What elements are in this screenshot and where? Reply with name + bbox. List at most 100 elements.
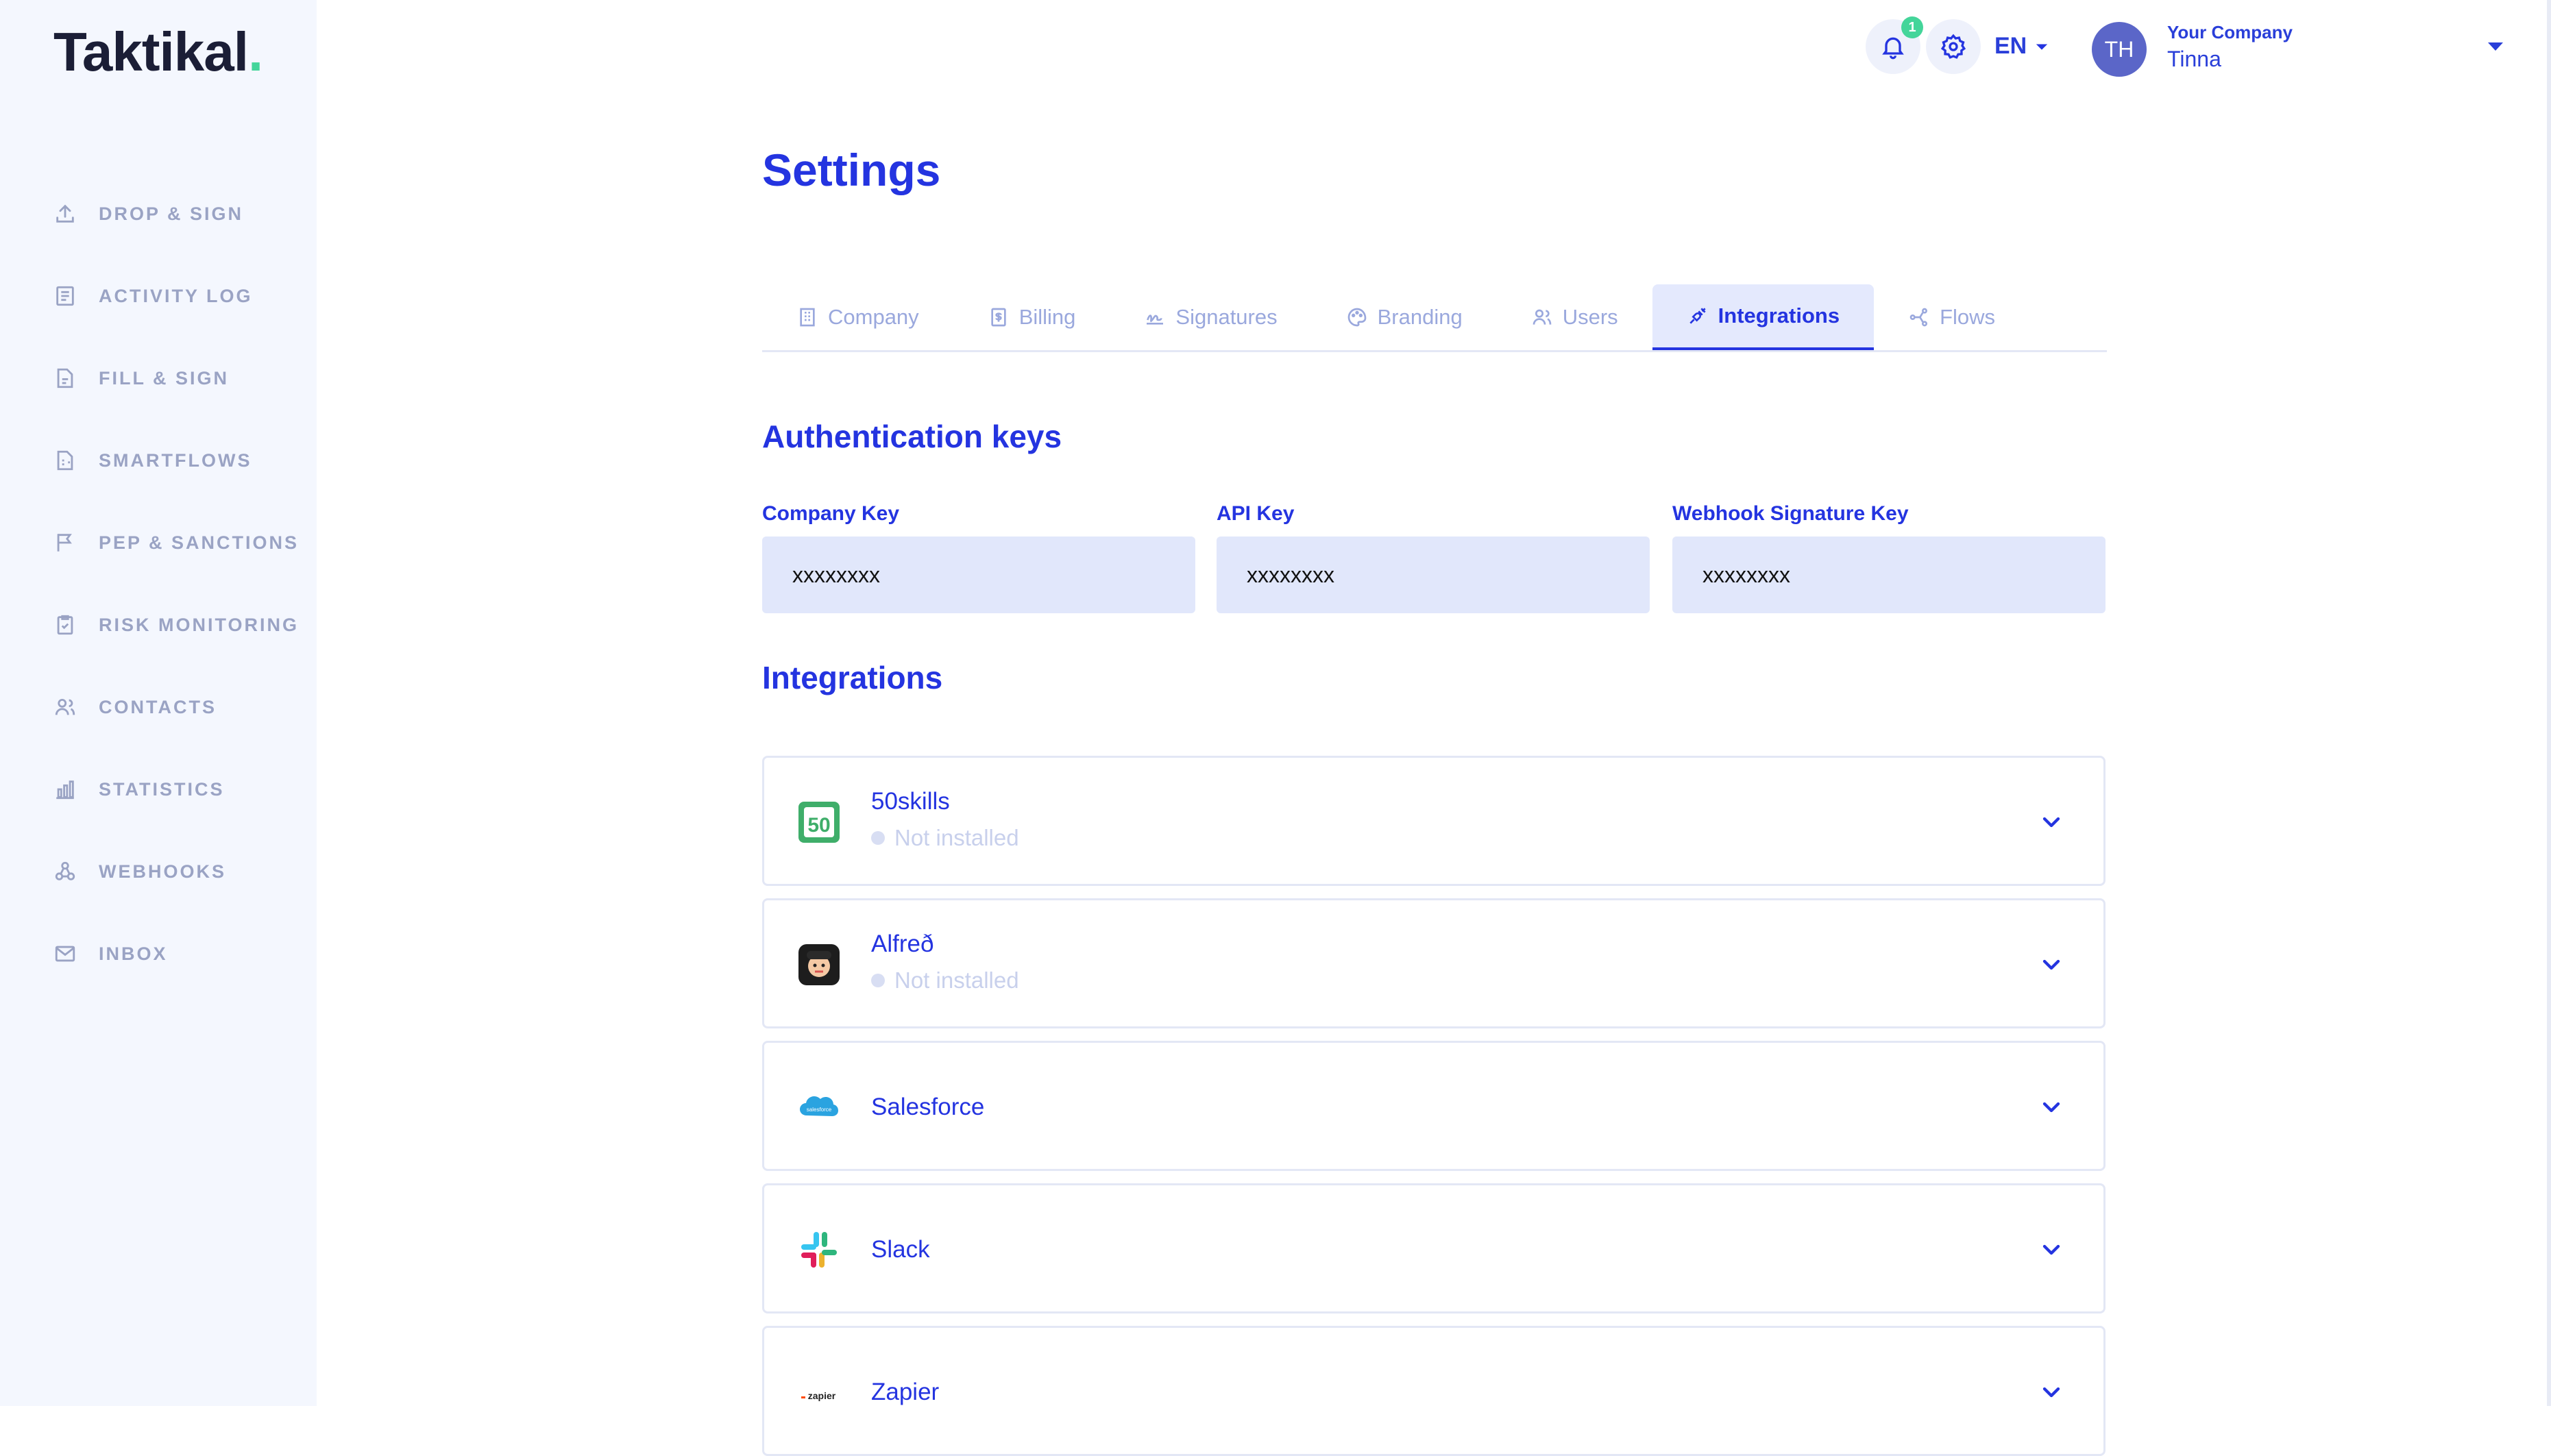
svg-text:zapier: zapier	[808, 1390, 836, 1401]
api-key-input[interactable]	[1217, 536, 1650, 613]
building-icon	[800, 308, 815, 327]
webhook-signature-key-field: Webhook Signature Key	[1672, 502, 2106, 613]
sidebar-item-label: FILL & SIGN	[99, 367, 230, 388]
users-icon	[1533, 309, 1552, 325]
chevron-down-icon[interactable]	[2038, 951, 2065, 978]
sidebar-item-webhooks[interactable]: WEBHOOKS	[0, 830, 317, 913]
integration-status-text: Not installed	[894, 825, 1019, 850]
signature-icon	[1147, 314, 1164, 325]
user-menu-caret-icon[interactable]	[2488, 42, 2503, 51]
tab-billing[interactable]: Billing	[953, 284, 1110, 350]
bell-icon	[1882, 37, 1904, 60]
auth-keys-title: Authentication keys	[762, 419, 1062, 454]
chevron-down-icon[interactable]	[2038, 1094, 2065, 1121]
sidebar-item-contacts[interactable]: CONTACTS	[0, 666, 317, 748]
mail-icon	[53, 942, 77, 965]
sidebar-item-smartflows[interactable]: SMARTFLOWS	[0, 419, 317, 502]
sidebar-item-inbox[interactable]: INBOX	[0, 913, 317, 995]
chevron-down-icon[interactable]	[2038, 1236, 2065, 1263]
sidebar-item-risk-monitoring[interactable]: RISK MONITORING	[0, 584, 317, 666]
zapier-logo: zapier	[797, 1370, 841, 1414]
language-selector[interactable]: EN	[1994, 33, 2051, 60]
tab-company[interactable]: Company	[762, 284, 953, 350]
sidebar-item-label: RISK MONITORING	[99, 614, 300, 635]
language-code: EN	[1994, 33, 2027, 59]
upload-icon	[53, 202, 77, 225]
page-title: Settings	[762, 145, 941, 195]
integration-name: Alfreð	[871, 930, 934, 957]
integration-card-salesforce[interactable]: salesforce Salesforce	[762, 1041, 2106, 1171]
api-key-field: API Key	[1217, 502, 1650, 613]
tab-label: Billing	[1018, 305, 1076, 329]
tab-label: Company	[828, 305, 919, 329]
alfred-logo	[797, 943, 841, 987]
avatar[interactable]: TH	[2092, 22, 2147, 77]
integration-status-text: Not installed	[894, 967, 1019, 993]
slack-logo	[797, 1228, 841, 1272]
sidebar-nav: DROP & SIGN ACTIVITY LOG FILL & SIGN SMA…	[0, 173, 317, 995]
status-dot	[871, 974, 885, 987]
app-root: Taktikal. DROP & SIGN ACTIVITY LOG FILL …	[0, 0, 2551, 1456]
gear-icon	[1940, 34, 1966, 59]
svg-text:salesforce: salesforce	[807, 1107, 832, 1113]
tab-flows[interactable]: Flows	[1874, 284, 2029, 350]
notification-count-badge: 1	[1901, 16, 1923, 38]
company-key-label: Company Key	[762, 502, 900, 525]
integrations-title: Integrations	[762, 660, 943, 695]
brand-logo[interactable]: Taktikal.	[53, 21, 263, 84]
document-edit-icon	[53, 367, 77, 390]
palette-icon	[1347, 308, 1366, 327]
sidebar-item-pep-sanctions[interactable]: PEP & SANCTIONS	[0, 502, 317, 584]
sidebar-item-label: CONTACTS	[99, 696, 217, 717]
sidebar-item-statistics[interactable]: STATISTICS	[0, 748, 317, 830]
sidebar-item-activity-log[interactable]: ACTIVITY LOG	[0, 255, 317, 337]
integration-card-slack[interactable]: Slack	[762, 1183, 2106, 1313]
integration-name: Slack	[871, 1236, 930, 1263]
integration-card-alfred[interactable]: Alfreð Not installed	[762, 898, 2106, 1028]
brand-dot: .	[248, 21, 263, 82]
tab-branding[interactable]: Branding	[1312, 284, 1497, 350]
integration-name: 50skills	[871, 788, 950, 815]
flag-icon	[53, 531, 77, 554]
svg-text:50: 50	[807, 814, 830, 837]
company-key-input[interactable]	[762, 536, 1195, 613]
scrollbar[interactable]	[2547, 0, 2551, 1406]
tab-users[interactable]: Users	[1497, 284, 1652, 350]
integration-card-zapier[interactable]: zapier Zapier	[762, 1326, 2106, 1456]
status-dot	[871, 831, 885, 845]
tab-integrations[interactable]: Integrations	[1652, 284, 1875, 350]
tab-signatures[interactable]: Signatures	[1110, 284, 1311, 350]
brand-name: Taktikal	[53, 21, 249, 82]
clipboard-check-icon	[53, 613, 77, 637]
tab-label: Users	[1562, 305, 1618, 329]
header-actions: 1 EN TH Your Company Tinna	[1866, 16, 2551, 79]
sidebar-item-label: SMARTFLOWS	[99, 449, 252, 471]
settings-button[interactable]	[1926, 19, 1981, 74]
integration-card-50skills[interactable]: 50 50skills Not installed	[762, 756, 2106, 886]
integration-status: Not installed	[871, 825, 1019, 851]
chevron-down-icon[interactable]	[2038, 809, 2065, 836]
company-key-field: Company Key	[762, 502, 1195, 613]
sidebar-item-label: PEP & SANCTIONS	[99, 532, 300, 553]
user-name[interactable]: Tinna	[2167, 47, 2221, 72]
chevron-down-icon[interactable]	[2038, 1379, 2065, 1406]
share-icon	[1909, 308, 1928, 327]
webhook-icon	[53, 860, 77, 883]
integration-name: Zapier	[871, 1379, 940, 1405]
settings-tabs: Company Billing Signatures Branding User…	[762, 284, 2107, 352]
invoice-icon	[991, 308, 1006, 327]
user-company[interactable]: Your Company	[2167, 22, 2293, 43]
integration-name: Salesforce	[871, 1094, 985, 1120]
sidebar-item-label: WEBHOOKS	[99, 861, 226, 882]
tab-label: Branding	[1377, 305, 1463, 329]
integration-status: Not installed	[871, 967, 1019, 994]
sidebar-item-drop-sign[interactable]: DROP & SIGN	[0, 173, 317, 255]
users-icon	[53, 695, 77, 719]
sidebar: Taktikal. DROP & SIGN ACTIVITY LOG FILL …	[0, 0, 317, 1406]
sidebar-item-fill-sign[interactable]: FILL & SIGN	[0, 337, 317, 419]
notifications-button[interactable]: 1	[1866, 16, 1923, 74]
sidebar-item-label: DROP & SIGN	[99, 203, 244, 224]
webhook-signature-key-input[interactable]	[1672, 536, 2106, 613]
tab-label: Flows	[1940, 305, 1996, 329]
tab-label: Signatures	[1175, 305, 1278, 329]
